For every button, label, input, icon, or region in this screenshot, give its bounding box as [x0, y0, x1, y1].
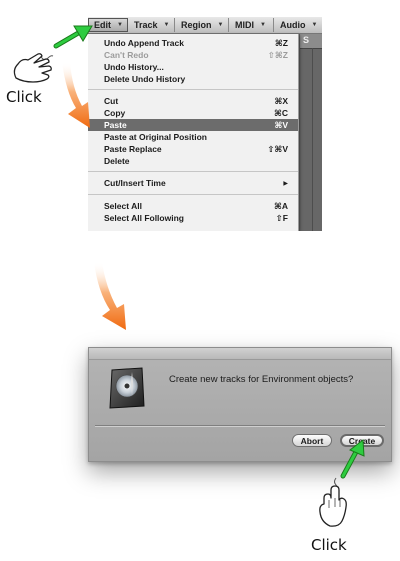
- caret-down-icon: ▼: [260, 22, 266, 28]
- caret-down-icon: ▼: [117, 22, 123, 28]
- menu-item-paste-at-original-position[interactable]: Paste at Original Position: [88, 131, 298, 143]
- menu-midi[interactable]: MIDI ▼: [230, 18, 274, 32]
- menu-item-label: Cut: [104, 96, 119, 106]
- logic-app-icon: [109, 367, 145, 409]
- menu-item-label: Delete: [104, 156, 130, 166]
- menu-track-label: Track: [134, 20, 158, 30]
- click-label-bottom: Click: [311, 536, 347, 554]
- menu-item-select-all-following[interactable]: Select All Following ⇧F: [88, 212, 298, 224]
- dialog-titlebar: [89, 348, 391, 360]
- menu-item-label: Delete Undo History: [104, 74, 186, 84]
- menu-item-label: Paste Replace: [104, 144, 162, 154]
- caret-down-icon: ▼: [163, 22, 170, 28]
- menu-track[interactable]: Track ▼: [129, 18, 175, 32]
- caret-down-icon: ▼: [217, 22, 224, 28]
- menu-region[interactable]: Region ▼: [176, 18, 229, 32]
- hand-click-icon: [319, 477, 347, 527]
- track-divider: [312, 48, 313, 231]
- menu-item-shortcut: ⇧⌘V: [267, 143, 288, 154]
- dialog-divider: [95, 425, 385, 426]
- menu-midi-label: MIDI: [235, 20, 254, 30]
- arrange-area: S: [300, 34, 322, 231]
- menu-item-label: Can't Redo: [104, 50, 149, 60]
- menu-item-cut-insert-time[interactable]: Cut/Insert Time ▶: [88, 177, 298, 189]
- menu-separator: [88, 171, 298, 172]
- arrange-header-letter: S: [303, 35, 310, 45]
- menu-item-label: Select All: [104, 201, 142, 211]
- menu-item-cant-redo: Can't Redo ⇧⌘Z: [88, 49, 298, 61]
- menu-item-label: Undo History...: [104, 62, 164, 72]
- menu-separator: [88, 89, 298, 90]
- logic-edit-menu-screenshot: Edit ▼ Track ▼ Region ▼ MIDI ▼ Audio ▼ S…: [88, 17, 322, 231]
- orange-arrow-icon: [62, 62, 90, 128]
- menu-item-shortcut: ⌘V: [274, 119, 288, 130]
- menu-item-shortcut: ⇧F: [275, 212, 288, 223]
- menu-item-select-all[interactable]: Select All ⌘A: [88, 200, 298, 212]
- green-arrow-icon: [53, 25, 93, 49]
- menu-item-paste-replace[interactable]: Paste Replace ⇧⌘V: [88, 143, 298, 155]
- menu-item-copy[interactable]: Copy ⌘C: [88, 107, 298, 119]
- menu-separator: [88, 194, 298, 195]
- menu-audio-label: Audio: [280, 20, 306, 30]
- menu-item-label: Copy: [104, 108, 126, 118]
- menu-item-shortcut: ⌘C: [273, 107, 288, 118]
- menu-edit-label: Edit: [94, 20, 111, 30]
- menu-item-label: Paste at Original Position: [104, 132, 207, 142]
- menu-item-shortcut: ⌘A: [273, 200, 288, 211]
- hand-click-icon: [13, 53, 54, 83]
- menu-item-shortcut: ⌘X: [274, 95, 288, 106]
- click-label-top: Click: [6, 88, 42, 106]
- menu-item-undo-append-track[interactable]: Undo Append Track ⌘Z: [88, 37, 298, 49]
- dialog-message: Create new tracks for Environment object…: [169, 374, 354, 385]
- menu-item-label: Select All Following: [104, 213, 184, 223]
- menu-region-label: Region: [181, 20, 212, 30]
- menu-item-delete[interactable]: Delete: [88, 155, 298, 167]
- menu-item-shortcut: ⌘Z: [274, 37, 288, 48]
- menu-item-label: Cut/Insert Time: [104, 178, 166, 188]
- menu-item-delete-undo-history[interactable]: Delete Undo History: [88, 73, 298, 85]
- menu-item-label: Paste: [104, 120, 127, 130]
- abort-button[interactable]: Abort: [292, 434, 332, 447]
- orange-arrow-icon: [94, 262, 126, 330]
- menu-item-shortcut: ⇧⌘Z: [267, 49, 288, 60]
- menu-bar: Edit ▼ Track ▼ Region ▼ MIDI ▼ Audio ▼: [88, 17, 322, 34]
- submenu-arrow-icon: ▶: [283, 180, 288, 187]
- menu-audio[interactable]: Audio ▼: [275, 18, 321, 32]
- menu-item-label: Undo Append Track: [104, 38, 184, 48]
- edit-menu-dropdown: Undo Append Track ⌘Z Can't Redo ⇧⌘Z Undo…: [88, 34, 299, 231]
- caret-down-icon: ▼: [311, 22, 318, 28]
- green-arrow-icon: [340, 439, 365, 479]
- menu-item-cut[interactable]: Cut ⌘X: [88, 95, 298, 107]
- menu-item-paste[interactable]: Paste ⌘V: [88, 119, 298, 131]
- menu-item-undo-history[interactable]: Undo History...: [88, 61, 298, 73]
